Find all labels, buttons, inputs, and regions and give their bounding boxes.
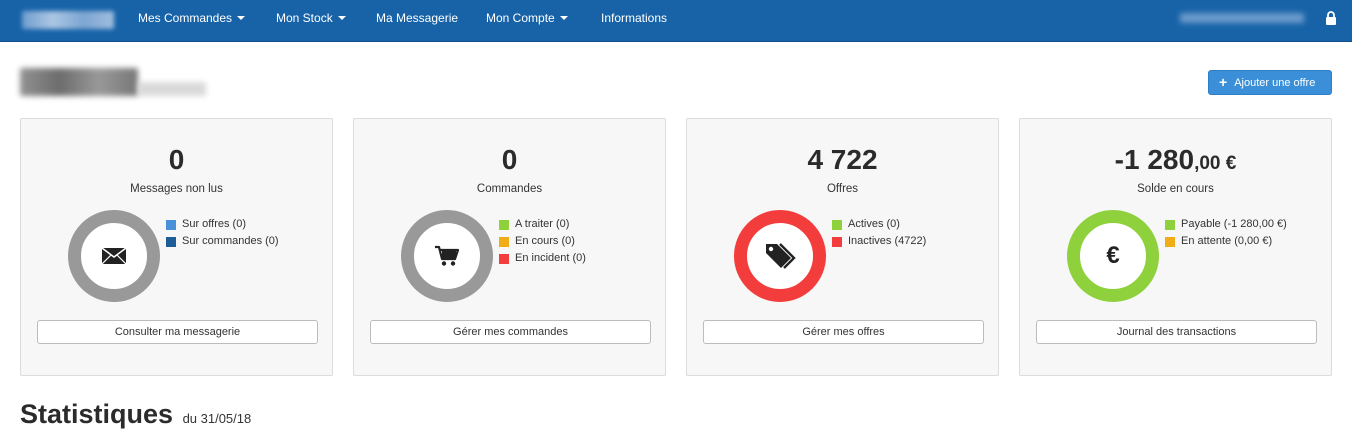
nav-mon-stock[interactable]: Mon Stock [276,0,346,42]
legend-item: Sur commandes (0) [166,233,279,250]
legend-item: Payable (-1 280,00 €) [1165,216,1287,233]
plus-icon: + [1219,74,1228,90]
top-navbar: Mes Commandes Mon Stock Ma Messagerie Mo… [0,0,1352,42]
view-messages-button[interactable]: Consulter ma messagerie [37,320,318,344]
legend-swatch [832,237,842,247]
offers-legend: Actives (0) Inactives (4722) [832,216,926,250]
legend-item: En attente (0,00 €) [1165,233,1287,250]
caret-down-icon [559,15,568,20]
orders-legend: A traiter (0) En cours (0) En incident (… [499,216,586,267]
nav-ma-messagerie[interactable]: Ma Messagerie [376,0,458,42]
legend-swatch [1165,220,1175,230]
add-offer-button[interactable]: + Ajouter une offre [1208,70,1332,95]
orders-card: 0 Commandes A traiter (0) En cours (0) E… [353,118,666,376]
legend-item: En cours (0) [499,233,586,250]
unread-messages-count: 0 [168,144,185,175]
balance-legend: Payable (-1 280,00 €) En attente (0,00 €… [1165,216,1287,250]
messages-ring [68,210,160,302]
lock-icon[interactable] [1325,11,1337,25]
legend-item: A traiter (0) [499,216,586,233]
legend-swatch [166,237,176,247]
legend-item: Sur offres (0) [166,216,279,233]
messages-card: 0 Messages non lus Sur offres (0) Sur co… [20,118,333,376]
manage-offers-button[interactable]: Gérer mes offres [703,320,984,344]
tags-icon [766,243,796,269]
offers-label: Offres [826,183,859,195]
legend-swatch [832,220,842,230]
balance-card: -1 280,00 € Solde en cours € Payable (-1… [1019,118,1332,376]
legend-item: Inactives (4722) [832,233,926,250]
legend-item: En incident (0) [499,250,586,267]
manage-orders-button[interactable]: Gérer mes commandes [370,320,651,344]
legend-swatch [166,220,176,230]
orders-count: 0 [501,144,518,175]
legend-item: Actives (0) [832,216,926,233]
orders-label: Commandes [476,183,543,195]
brand-logo[interactable] [22,11,114,29]
nav-informations[interactable]: Informations [601,0,667,42]
euro-icon: € [1106,242,1120,269]
nav-mes-commandes[interactable]: Mes Commandes [138,0,246,42]
balance-ring: € [1067,210,1159,302]
legend-swatch [499,254,509,264]
transactions-journal-button[interactable]: Journal des transactions [1036,320,1317,344]
envelope-icon [102,248,126,264]
cart-icon [435,245,459,266]
legend-swatch [1165,237,1175,247]
legend-swatch [499,220,509,230]
nav-mon-compte[interactable]: Mon Compte [486,0,568,42]
messages-label: Messages non lus [130,183,223,195]
messages-legend: Sur offres (0) Sur commandes (0) [166,216,279,250]
shop-name [20,68,138,96]
balance-amount: -1 280,00 € [1114,144,1237,175]
statistics-date: du 31/05/18 [182,411,252,426]
caret-down-icon [237,15,246,20]
balance-label: Solde en cours [1137,183,1214,195]
user-account-email[interactable] [1180,13,1304,23]
offers-ring [734,210,826,302]
orders-ring [401,210,493,302]
shop-subtitle [138,82,206,96]
caret-down-icon [337,15,346,20]
offers-card: 4 722 Offres Actives (0) Inactives (4722… [686,118,999,376]
statistics-title: Statistiques du 31/05/18 [20,399,252,429]
offers-count: 4 722 [807,144,878,175]
legend-swatch [499,237,509,247]
